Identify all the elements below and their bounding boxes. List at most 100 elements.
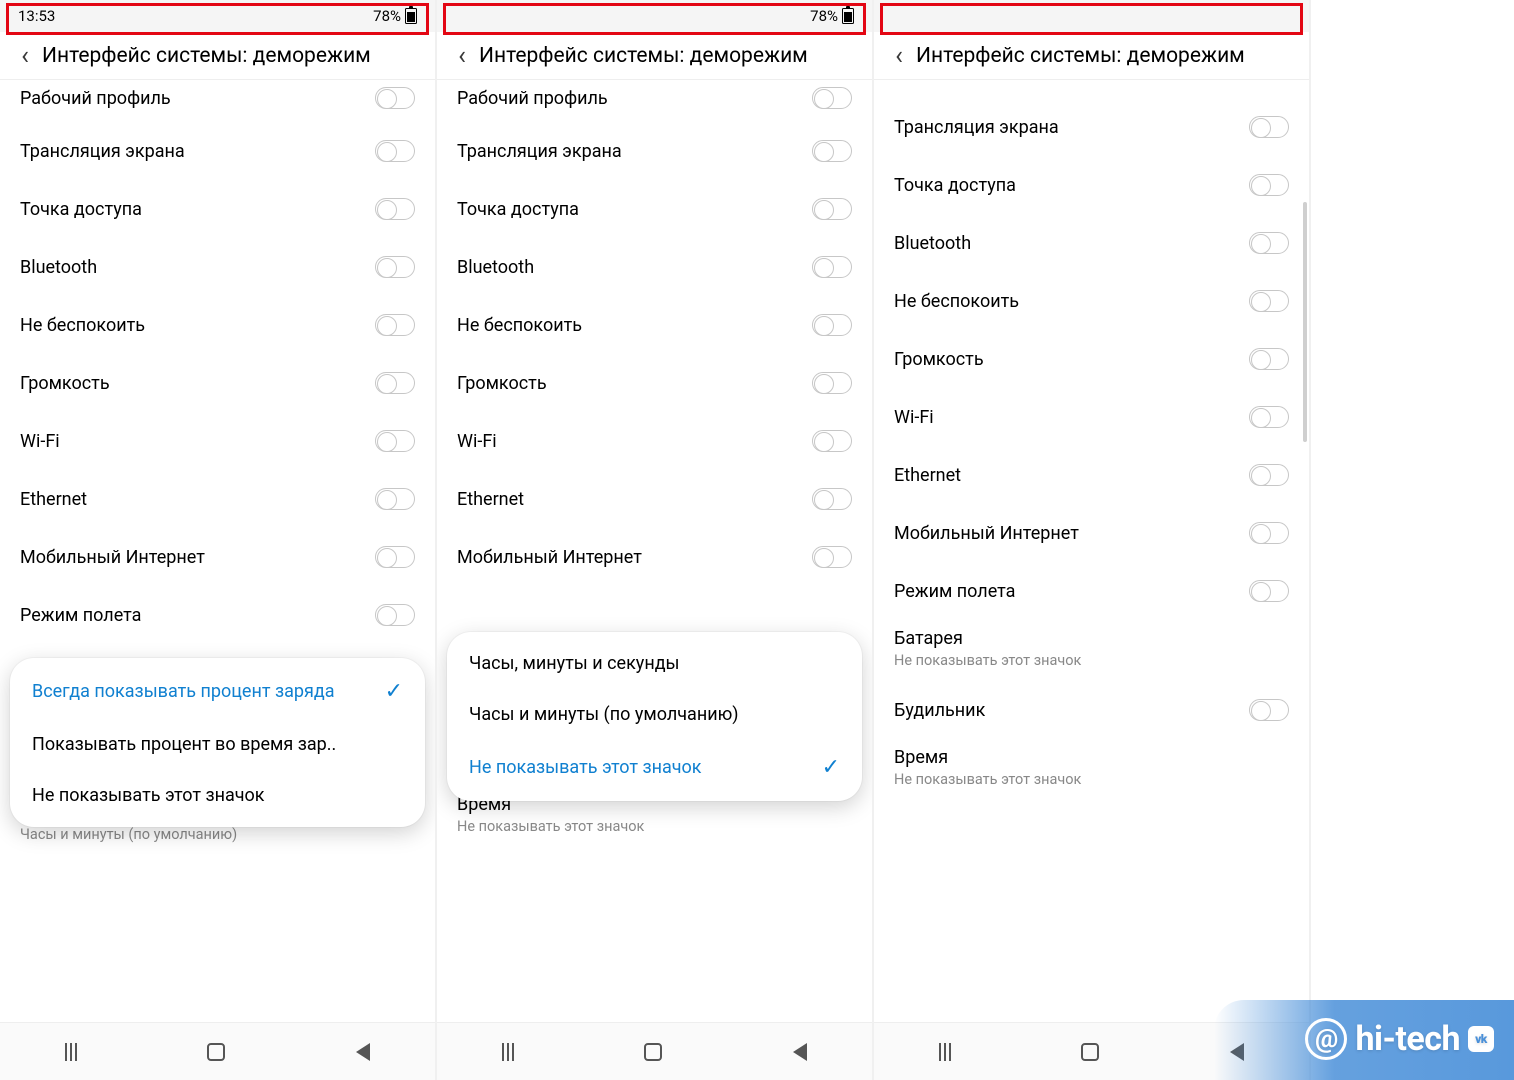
row-screen-cast[interactable]: Трансляция экрана [0, 122, 435, 180]
toggle[interactable] [812, 256, 852, 278]
row-airplane[interactable]: Режим полета [874, 562, 1309, 620]
nav-recent-icon[interactable] [502, 1043, 514, 1061]
row-dnd[interactable]: Не беспокоить [437, 296, 872, 354]
label: Громкость [20, 373, 375, 394]
row-wifi[interactable]: Wi-Fi [874, 388, 1309, 446]
settings-list[interactable]: Рабочий профиль Трансляция экрана Точка … [0, 82, 435, 1020]
popup-option-always-show[interactable]: Всегда показывать процент заряда ✓ [10, 664, 425, 719]
row-hotspot[interactable]: Точка доступа [0, 180, 435, 238]
label: Режим полета [894, 581, 1249, 602]
page-title: Интерфейс системы: деморежим [479, 44, 808, 68]
toggle[interactable] [1249, 464, 1289, 486]
row-airplane[interactable]: Режим полета [0, 586, 435, 644]
popup-option-hm[interactable]: Часы и минуты (по умолчанию) [447, 689, 862, 740]
toggle[interactable] [812, 546, 852, 568]
popup-option-charging[interactable]: Показывать процент во время зар.. [10, 719, 425, 770]
toggle[interactable] [375, 87, 415, 109]
row-screen-cast[interactable]: Трансляция экрана [874, 98, 1309, 156]
popup-option-hide[interactable]: Не показывать этот значок [10, 770, 425, 821]
settings-list[interactable]: Рабочий профиль Трансляция экрана Точка … [437, 82, 872, 1020]
nav-bar [0, 1022, 435, 1080]
toggle[interactable] [1249, 174, 1289, 196]
toggle[interactable] [375, 430, 415, 452]
row-time[interactable]: Время Не показывать этот значок [874, 739, 1309, 800]
label: Wi-Fi [894, 407, 1249, 428]
label: Рабочий профиль [20, 88, 375, 109]
row-mobile-data[interactable]: Мобильный Интернет [437, 528, 872, 586]
check-icon: ✓ [385, 679, 403, 704]
toggle[interactable] [1249, 232, 1289, 254]
nav-home-icon[interactable] [207, 1043, 225, 1061]
row-dnd[interactable]: Не беспокоить [874, 272, 1309, 330]
toggle[interactable] [375, 546, 415, 568]
row-wifi[interactable]: Wi-Fi [0, 412, 435, 470]
toggle[interactable] [812, 430, 852, 452]
label: Громкость [894, 349, 1249, 370]
toggle[interactable] [375, 372, 415, 394]
row-screen-cast[interactable]: Трансляция экрана [437, 122, 872, 180]
row-alarm[interactable]: Будильник [874, 681, 1309, 739]
row-mobile-data[interactable]: Мобильный Интернет [874, 504, 1309, 562]
row-bluetooth[interactable]: Bluetooth [437, 238, 872, 296]
back-icon[interactable]: ‹ [8, 43, 42, 69]
row-bluetooth[interactable]: Bluetooth [874, 214, 1309, 272]
toggle[interactable] [375, 256, 415, 278]
row-work-profile[interactable]: Рабочий профиль [874, 82, 1309, 98]
row-bluetooth[interactable]: Bluetooth [0, 238, 435, 296]
toggle[interactable] [1249, 580, 1289, 602]
nav-home-icon[interactable] [644, 1043, 662, 1061]
row-ethernet[interactable]: Ethernet [0, 470, 435, 528]
back-icon[interactable]: ‹ [445, 43, 479, 69]
row-volume[interactable]: Громкость [874, 330, 1309, 388]
label: Мобильный Интернет [20, 547, 375, 568]
row-ethernet[interactable]: Ethernet [874, 446, 1309, 504]
toggle[interactable] [375, 198, 415, 220]
popup-option-hide[interactable]: Не показывать этот значок ✓ [447, 740, 862, 795]
row-hotspot[interactable]: Точка доступа [437, 180, 872, 238]
row-hotspot[interactable]: Точка доступа [874, 156, 1309, 214]
label: Bluetooth [894, 233, 1249, 254]
toggle[interactable] [1249, 290, 1289, 312]
nav-bar [437, 1022, 872, 1080]
nav-back-icon[interactable] [793, 1043, 807, 1061]
toggle[interactable] [375, 488, 415, 510]
toggle[interactable] [812, 140, 852, 162]
toggle[interactable] [812, 87, 852, 109]
nav-recent-icon[interactable] [939, 1043, 951, 1061]
label: Время [894, 747, 1289, 768]
phone-screenshot-2: 78% ‹ Интерфейс системы: деморежим Рабоч… [437, 0, 874, 1080]
toggle[interactable] [1249, 522, 1289, 544]
label: Ethernet [894, 465, 1249, 486]
toggle[interactable] [812, 314, 852, 336]
row-work-profile[interactable]: Рабочий профиль [437, 82, 872, 122]
row-dnd[interactable]: Не беспокоить [0, 296, 435, 354]
battery-options-popup: Всегда показывать процент заряда ✓ Показ… [10, 658, 425, 827]
popup-option-hms[interactable]: Часы, минуты и секунды [447, 638, 862, 689]
toggle[interactable] [812, 372, 852, 394]
toggle[interactable] [375, 604, 415, 626]
toggle[interactable] [812, 198, 852, 220]
row-ethernet[interactable]: Ethernet [437, 470, 872, 528]
label: Bluetooth [20, 257, 375, 278]
nav-recent-icon[interactable] [65, 1043, 77, 1061]
toggle[interactable] [375, 314, 415, 336]
label: Батарея [894, 628, 1289, 649]
toggle[interactable] [812, 488, 852, 510]
nav-home-icon[interactable] [1081, 1043, 1099, 1061]
toggle[interactable] [1249, 116, 1289, 138]
header: ‹ Интерфейс системы: деморежим [0, 32, 435, 80]
toggle[interactable] [1249, 406, 1289, 428]
row-volume[interactable]: Громкость [437, 354, 872, 412]
row-work-profile[interactable]: Рабочий профиль [0, 82, 435, 122]
time-options-popup: Часы, минуты и секунды Часы и минуты (по… [447, 632, 862, 801]
toggle[interactable] [1249, 699, 1289, 721]
back-icon[interactable]: ‹ [882, 43, 916, 69]
row-volume[interactable]: Громкость [0, 354, 435, 412]
row-mobile-data[interactable]: Мобильный Интернет [0, 528, 435, 586]
settings-list[interactable]: Рабочий профиль Трансляция экрана Точка … [874, 82, 1309, 1020]
toggle[interactable] [1249, 348, 1289, 370]
row-battery[interactable]: Батарея Не показывать этот значок [874, 620, 1309, 681]
row-wifi[interactable]: Wi-Fi [437, 412, 872, 470]
toggle[interactable] [375, 140, 415, 162]
nav-back-icon[interactable] [356, 1043, 370, 1061]
